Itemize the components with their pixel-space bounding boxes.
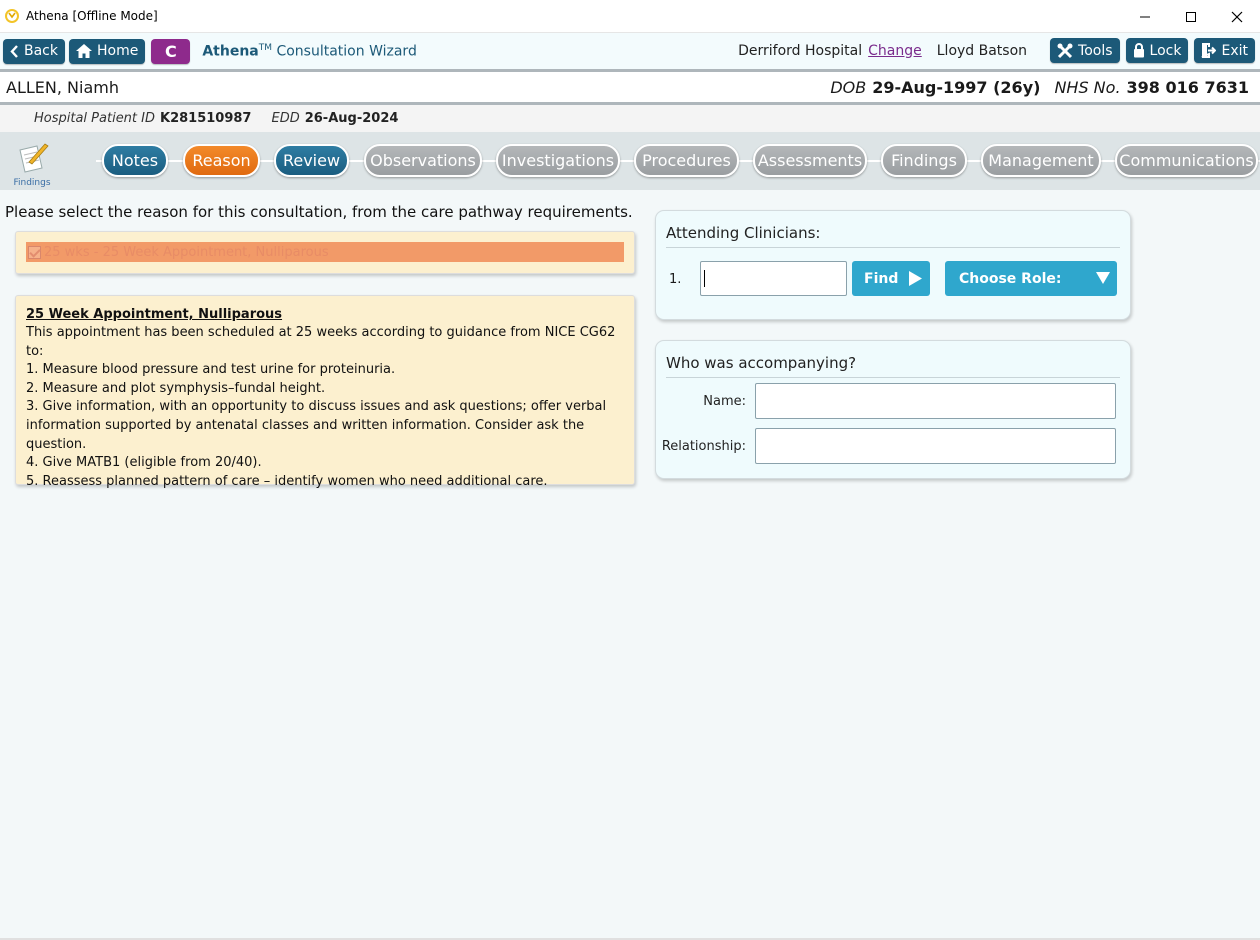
lock-icon	[1133, 43, 1144, 58]
wizard-step-bar: Findings Notes Reason Review Observation…	[0, 132, 1260, 190]
find-label: Find	[864, 270, 899, 287]
reason-item[interactable]: 25 wks - 25 Week Appointment, Nulliparou…	[26, 242, 624, 262]
step-notes[interactable]: Notes	[102, 144, 168, 177]
close-icon	[1231, 11, 1243, 22]
findings-shortcut[interactable]: Findings	[12, 142, 52, 188]
lock-label: Lock	[1149, 42, 1182, 59]
info-line: 1. Measure blood pressure and test urine…	[26, 362, 396, 378]
patient-sub-info: Hospital Patient ID K281510987 EDD 26-Au…	[0, 105, 1260, 132]
minimize-button[interactable]	[1122, 0, 1168, 33]
edd-label: EDD	[271, 111, 300, 126]
dob-label: DOB	[830, 78, 867, 97]
step-communications[interactable]: Communications	[1115, 144, 1258, 177]
info-line: This appointment has been scheduled at 2…	[26, 325, 616, 359]
accompanying-panel: Who was accompanying? Name: Relationship…	[655, 340, 1131, 479]
findings-icon-label: Findings	[13, 178, 51, 188]
step-management[interactable]: Management	[981, 144, 1101, 177]
text-caret	[704, 270, 705, 287]
accompanying-title: Who was accompanying?	[666, 354, 857, 372]
info-line: 5. Reassess planned pattern of care – id…	[26, 473, 548, 489]
info-line: 3. Give information, with an opportunity…	[26, 399, 607, 415]
back-button[interactable]: Back	[3, 38, 65, 64]
name-label: Name:	[703, 394, 746, 409]
step-review[interactable]: Review	[274, 144, 349, 177]
nhs-label: NHS No.	[1054, 78, 1121, 97]
reason-info-panel: 25 Week Appointment, Nulliparous This ap…	[15, 295, 635, 489]
app-brand: AthenaTM Consultation Wizard	[202, 43, 416, 60]
dropdown-arrow-icon	[1096, 272, 1110, 284]
brand-name: Athena	[202, 43, 259, 60]
clinician-row-number: 1.	[669, 272, 682, 287]
attending-clinicians-panel: Attending Clinicians: 1. Find Choose Rol…	[655, 210, 1131, 320]
play-arrow-icon	[909, 271, 923, 286]
accompanying-relationship-input[interactable]	[755, 428, 1116, 464]
step-findings[interactable]: Findings	[881, 144, 967, 177]
maximize-icon	[1186, 11, 1196, 22]
dob-value: 29-Aug-1997 (26y)	[872, 78, 1041, 97]
step-investigations[interactable]: Investigations	[496, 144, 620, 177]
relationship-label: Relationship:	[661, 439, 746, 454]
tools-icon	[1057, 43, 1073, 58]
athena-app-icon	[5, 9, 19, 23]
window-title-bar: Athena [Offline Mode]	[0, 0, 1260, 33]
minimize-icon	[1140, 16, 1150, 17]
exit-icon	[1202, 43, 1217, 58]
choose-role-dropdown[interactable]: Choose Role:	[945, 261, 1117, 296]
attending-clinicians-title: Attending Clinicians:	[666, 224, 821, 242]
change-hospital-link[interactable]: Change	[868, 43, 922, 59]
window-title: Athena [Offline Mode]	[26, 9, 158, 23]
hospital-name: Derriford Hospital	[738, 42, 863, 59]
step-procedures[interactable]: Procedures	[634, 144, 739, 177]
back-label: Back	[24, 43, 58, 59]
panel-divider	[666, 377, 1120, 378]
step-reason[interactable]: Reason	[183, 144, 260, 177]
hospital-id-label: Hospital Patient ID	[34, 111, 155, 126]
tools-label: Tools	[1078, 42, 1113, 59]
panel-divider	[666, 247, 1120, 248]
home-icon	[76, 44, 92, 58]
hospital-id-value: K281510987	[160, 111, 252, 126]
lock-button[interactable]: Lock	[1125, 38, 1189, 63]
choose-role-label: Choose Role:	[959, 270, 1062, 287]
info-line: 4. Give MATB1 (eligible from 20/40).	[26, 455, 262, 471]
instruction-text: Please select the reason for this consul…	[5, 203, 633, 221]
exit-button[interactable]: Exit	[1194, 38, 1255, 63]
accompanying-name-input[interactable]	[755, 383, 1116, 419]
findings-notepad-icon	[19, 143, 49, 173]
patient-banner: ALLEN, Niamh DOB 29-Aug-1997 (26y) NHS N…	[0, 72, 1260, 102]
main-toolbar: Back Home C AthenaTM Consultation Wizard…	[0, 33, 1260, 69]
reason-list: 25 wks - 25 Week Appointment, Nulliparou…	[15, 231, 635, 274]
tools-button[interactable]: Tools	[1050, 38, 1120, 63]
exit-label: Exit	[1221, 42, 1248, 59]
c-button[interactable]: C	[151, 38, 191, 64]
brand-trademark: TM	[258, 42, 273, 53]
brand-suffix: Consultation Wizard	[276, 43, 417, 60]
info-line: information supported by antenatal class…	[26, 417, 585, 452]
info-line: 2. Measure and plot symphysis–fundal hei…	[26, 380, 326, 396]
reason-item-label: 25 wks - 25 Week Appointment, Nulliparou…	[44, 244, 329, 260]
home-label: Home	[97, 43, 139, 59]
edd-value: 26-Aug-2024	[304, 111, 399, 126]
clinician-search-input[interactable]	[700, 261, 847, 296]
nhs-value: 398 016 7631	[1126, 78, 1249, 97]
reason-checkbox[interactable]	[28, 245, 41, 259]
info-title: 25 Week Appointment, Nulliparous	[26, 307, 283, 322]
find-clinician-button[interactable]: Find	[852, 261, 930, 296]
step-assessments[interactable]: Assessments	[753, 144, 867, 177]
home-button[interactable]: Home	[69, 38, 146, 64]
current-user: Lloyd Batson	[936, 42, 1028, 59]
close-button[interactable]	[1214, 0, 1260, 33]
maximize-button[interactable]	[1168, 0, 1214, 33]
patient-name: ALLEN, Niamh	[6, 77, 119, 97]
chevron-left-icon	[10, 44, 18, 58]
step-observations[interactable]: Observations	[364, 144, 482, 177]
